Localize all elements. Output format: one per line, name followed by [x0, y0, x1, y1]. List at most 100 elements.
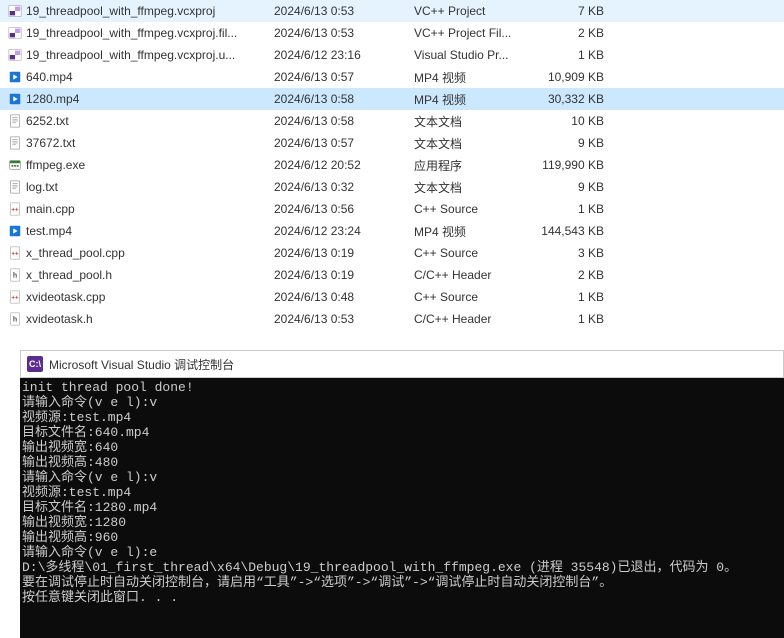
console-line: 请输入命令(v e l):v [22, 470, 782, 485]
file-row[interactable]: ffmpeg.exe2024/6/12 20:52应用程序119,990 KB [0, 154, 784, 176]
file-date: 2024/6/12 20:52 [274, 158, 414, 172]
file-size: 119,990 KB [532, 158, 610, 172]
file-date: 2024/6/13 0:57 [274, 70, 414, 84]
svg-text:++: ++ [11, 207, 19, 214]
cpp-icon: ++ [6, 290, 24, 304]
file-type: VC++ Project [414, 4, 532, 18]
file-row[interactable]: ++main.cpp2024/6/13 0:56C++ Source1 KB [0, 198, 784, 220]
mp4-icon [6, 70, 24, 84]
file-date: 2024/6/13 0:58 [274, 92, 414, 106]
console-line: 目标文件名:640.mp4 [22, 425, 782, 440]
console-line: 输出视频宽:1280 [22, 515, 782, 530]
file-row[interactable]: 19_threadpool_with_ffmpeg.vcxproj.u...20… [0, 44, 784, 66]
console-title-text: Microsoft Visual Studio 调试控制台 [49, 356, 234, 373]
file-row[interactable]: log.txt2024/6/13 0:32文本文档9 KB [0, 176, 784, 198]
file-type: MP4 视频 [414, 69, 532, 86]
file-name: xvideotask.h [24, 312, 274, 326]
file-row[interactable]: test.mp42024/6/12 23:24MP4 视频144,543 KB [0, 220, 784, 242]
console-line: 按任意键关闭此窗口. . . [22, 590, 782, 605]
console-line: 视频源:test.mp4 [22, 410, 782, 425]
file-row[interactable]: 640.mp42024/6/13 0:57MP4 视频10,909 KB [0, 66, 784, 88]
file-name: 37672.txt [24, 136, 274, 150]
h-icon: h [6, 312, 24, 326]
file-date: 2024/6/13 0:48 [274, 290, 414, 304]
file-name: 19_threadpool_with_ffmpeg.vcxproj.fil... [24, 26, 274, 40]
file-size: 7 KB [532, 4, 610, 18]
file-row[interactable]: h xvideotask.h2024/6/13 0:53C/C++ Header1… [0, 308, 784, 330]
svg-text:++: ++ [11, 295, 19, 302]
file-name: x_thread_pool.cpp [24, 246, 274, 260]
exe-icon [6, 158, 24, 172]
file-date: 2024/6/13 0:58 [274, 114, 414, 128]
file-row[interactable]: 6252.txt2024/6/13 0:58文本文档10 KB [0, 110, 784, 132]
console-line: 请输入命令(v e l):e [22, 545, 782, 560]
cpp-icon: ++ [6, 246, 24, 260]
txt-icon [6, 136, 24, 150]
svg-text:h: h [13, 317, 17, 324]
file-size: 10,909 KB [532, 70, 610, 84]
file-size: 1 KB [532, 312, 610, 326]
file-name: 19_threadpool_with_ffmpeg.vcxproj.u... [24, 48, 274, 62]
console-line: 请输入命令(v e l):v [22, 395, 782, 410]
file-date: 2024/6/13 0:53 [274, 312, 414, 326]
file-size: 30,332 KB [532, 92, 610, 106]
file-name: test.mp4 [24, 224, 274, 238]
h-icon: h [6, 268, 24, 282]
console-window: C:\ Microsoft Visual Studio 调试控制台 init t… [20, 350, 784, 638]
file-name: log.txt [24, 180, 274, 194]
file-size: 9 KB [532, 180, 610, 194]
file-type: C/C++ Header [414, 312, 532, 326]
file-name: 1280.mp4 [24, 92, 274, 106]
file-row[interactable]: 1280.mp42024/6/13 0:58MP4 视频30,332 KB [0, 88, 784, 110]
file-date: 2024/6/12 23:24 [274, 224, 414, 238]
console-line: 输出视频高:480 [22, 455, 782, 470]
console-line: D:\多线程\01_first_thread\x64\Debug\19_thre… [22, 560, 782, 575]
file-type: C++ Source [414, 246, 532, 260]
file-type: 文本文档 [414, 135, 532, 152]
file-size: 3 KB [532, 246, 610, 260]
console-line: 目标文件名:1280.mp4 [22, 500, 782, 515]
file-size: 2 KB [532, 26, 610, 40]
txt-icon [6, 114, 24, 128]
console-line: init thread pool done! [22, 380, 782, 395]
file-type: MP4 视频 [414, 223, 532, 240]
mp4-icon [6, 224, 24, 238]
file-row[interactable]: ++ x_thread_pool.cpp2024/6/13 0:19C++ Sou… [0, 242, 784, 264]
file-name: ffmpeg.exe [24, 158, 274, 172]
file-type: VC++ Project Fil... [414, 26, 532, 40]
file-date: 2024/6/13 0:19 [274, 246, 414, 260]
file-size: 144,543 KB [532, 224, 610, 238]
vs-icon: C:\ [27, 356, 43, 372]
file-name: main.cpp [24, 202, 274, 216]
file-name: 640.mp4 [24, 70, 274, 84]
file-row[interactable]: 37672.txt2024/6/13 0:57文本文档9 KB [0, 132, 784, 154]
file-row[interactable]: 19_threadpool_with_ffmpeg.vcxproj2024/6/… [0, 0, 784, 22]
file-size: 1 KB [532, 290, 610, 304]
file-type: Visual Studio Pr... [414, 48, 532, 62]
console-line: 输出视频高:960 [22, 530, 782, 545]
file-date: 2024/6/13 0:53 [274, 4, 414, 18]
file-row[interactable]: 19_threadpool_with_ffmpeg.vcxproj.fil...… [0, 22, 784, 44]
console-line: 要在调试停止时自动关闭控制台，请启用“工具”->“选项”->“调试”->“调试停… [22, 575, 782, 590]
console-line: 输出视频宽:640 [22, 440, 782, 455]
file-date: 2024/6/13 0:32 [274, 180, 414, 194]
file-name: 6252.txt [24, 114, 274, 128]
file-size: 10 KB [532, 114, 610, 128]
file-row[interactable]: hx_thread_pool.h2024/6/13 0:19C/C++ Head… [0, 264, 784, 286]
file-size: 1 KB [532, 202, 610, 216]
user-icon [6, 48, 24, 62]
console-body[interactable]: init thread pool done!请输入命令(v e l):v视频源:… [20, 378, 784, 638]
file-type: MP4 视频 [414, 91, 532, 108]
file-date: 2024/6/13 0:19 [274, 268, 414, 282]
svg-text:++: ++ [11, 251, 19, 258]
file-size: 9 KB [532, 136, 610, 150]
file-row[interactable]: ++xvideotask.cpp2024/6/13 0:48C++ Source… [0, 286, 784, 308]
mp4-icon [6, 92, 24, 106]
file-name: xvideotask.cpp [24, 290, 274, 304]
file-size: 1 KB [532, 48, 610, 62]
file-size: 2 KB [532, 268, 610, 282]
cpp-icon: ++ [6, 202, 24, 216]
file-list[interactable]: 19_threadpool_with_ffmpeg.vcxproj2024/6/… [0, 0, 784, 330]
console-titlebar[interactable]: C:\ Microsoft Visual Studio 调试控制台 [20, 350, 784, 378]
txt-icon [6, 180, 24, 194]
